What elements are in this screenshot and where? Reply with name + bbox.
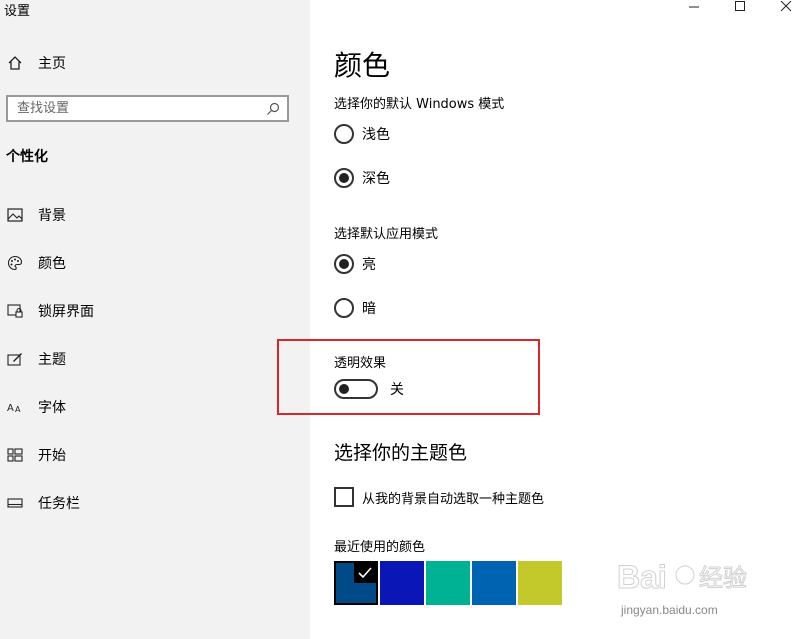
color-swatch[interactable]	[380, 561, 424, 605]
svg-text:A: A	[7, 403, 14, 414]
windows-mode-label: 选择你的默认 Windows 模式	[334, 97, 505, 112]
transparency-label: 透明效果	[334, 356, 387, 371]
image-icon	[6, 206, 24, 224]
radio-label: 深色	[362, 171, 390, 187]
sidebar-item-label: 主页	[38, 56, 66, 72]
page-title: 颜色	[334, 49, 391, 82]
sidebar: 设置 主页 个性化 背景 颜色 锁屏界面	[0, 0, 310, 639]
svg-text:经验: 经验	[699, 564, 747, 592]
sidebar-item-background[interactable]: 背景	[6, 203, 94, 227]
maximize-button[interactable]	[717, 0, 763, 14]
baidu-watermark-logo: Bai 经验	[617, 550, 767, 604]
color-swatch[interactable]	[518, 561, 562, 605]
watermark-url: jingyan.baidu.com	[621, 603, 718, 617]
recent-colors-label: 最近使用的颜色	[334, 540, 426, 555]
checkbox-label: 从我的背景自动选取一种主题色	[362, 491, 545, 507]
accent-section-title: 选择你的主题色	[334, 442, 468, 464]
radio-app-light[interactable]: 亮	[334, 254, 376, 274]
svg-text:Bai: Bai	[617, 559, 667, 595]
radio-app-dark[interactable]: 暗	[334, 298, 376, 318]
radio-button[interactable]	[334, 168, 354, 188]
start-grid-icon	[6, 446, 24, 464]
auto-accent-checkbox[interactable]	[334, 487, 354, 507]
minimize-icon	[689, 6, 699, 8]
sidebar-item-label: 任务栏	[38, 496, 80, 512]
sidebar-item-themes[interactable]: 主题	[6, 347, 94, 371]
radio-selected-dot	[339, 259, 349, 269]
sidebar-item-label: 主题	[38, 352, 66, 368]
sidebar-nav: 背景 颜色 锁屏界面 主题 AA 字体 开始 任务栏	[6, 203, 94, 539]
lock-screen-icon	[6, 302, 24, 320]
app-mode-label: 选择默认应用模式	[334, 227, 439, 242]
radio-dark-mode[interactable]: 深色	[334, 168, 390, 188]
annotation-highlight-box	[277, 339, 540, 415]
sidebar-item-colors[interactable]: 颜色	[6, 251, 94, 275]
close-button[interactable]	[763, 0, 809, 14]
color-swatch[interactable]	[334, 561, 378, 605]
radio-label: 浅色	[362, 127, 390, 143]
radio-button[interactable]	[334, 298, 354, 318]
sidebar-item-label: 背景	[38, 208, 66, 224]
window-title: 设置	[4, 4, 31, 19]
radio-label: 亮	[362, 257, 376, 273]
radio-label: 暗	[362, 301, 376, 317]
transparency-toggle[interactable]	[334, 379, 378, 399]
sidebar-item-home[interactable]: 主页	[6, 52, 66, 74]
section-heading: 个性化	[6, 149, 48, 165]
sidebar-item-taskbar[interactable]: 任务栏	[6, 491, 94, 515]
palette-icon	[6, 254, 24, 272]
sidebar-item-start[interactable]: 开始	[6, 443, 94, 467]
maximize-icon	[735, 1, 745, 11]
sidebar-item-fonts[interactable]: AA 字体	[6, 395, 94, 419]
sidebar-item-lock-screen[interactable]: 锁屏界面	[6, 299, 94, 323]
radio-light-mode[interactable]: 浅色	[334, 124, 390, 144]
window-controls	[671, 0, 809, 14]
sidebar-item-label: 锁屏界面	[38, 304, 94, 320]
font-icon: AA	[6, 398, 24, 416]
sidebar-item-label: 字体	[38, 400, 66, 416]
search-icon[interactable]	[263, 99, 283, 119]
minimize-button[interactable]	[671, 0, 717, 14]
color-swatch[interactable]	[426, 561, 470, 605]
search-input[interactable]	[8, 96, 263, 121]
sidebar-item-label: 颜色	[38, 256, 66, 272]
taskbar-icon	[6, 494, 24, 512]
svg-text:A: A	[15, 405, 21, 414]
theme-brush-icon	[6, 350, 24, 368]
transparency-toggle-row: 关	[334, 379, 404, 399]
auto-accent-checkbox-row[interactable]: 从我的背景自动选取一种主题色	[334, 487, 544, 507]
toggle-state-label: 关	[390, 382, 404, 398]
home-icon	[6, 54, 24, 72]
radio-selected-dot	[339, 173, 349, 183]
close-icon	[780, 1, 792, 12]
color-swatch[interactable]	[472, 561, 516, 605]
sidebar-item-label: 开始	[38, 448, 66, 464]
radio-button[interactable]	[334, 254, 354, 274]
checkmark-icon	[354, 563, 376, 583]
recent-colors	[334, 561, 564, 605]
search-field[interactable]	[6, 95, 289, 122]
radio-button[interactable]	[334, 124, 354, 144]
toggle-knob	[339, 384, 349, 394]
